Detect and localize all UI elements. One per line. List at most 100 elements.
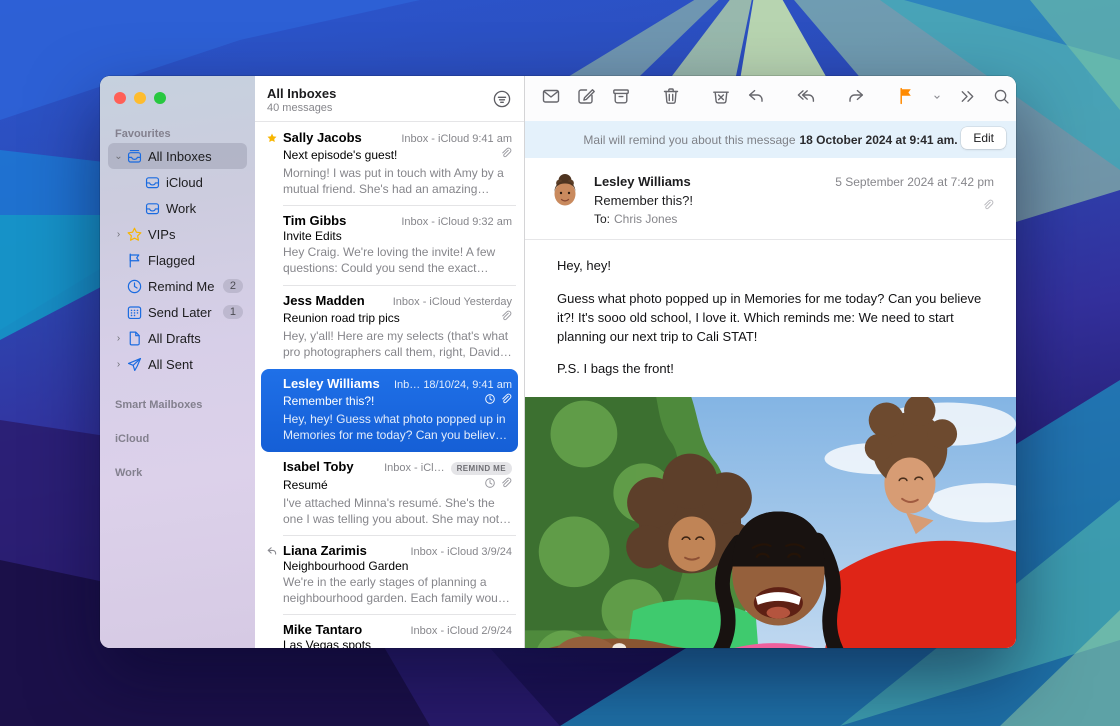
sidebar-item-label: All Sent [148,357,243,372]
sidebar-item-vips[interactable]: ›VIPs [108,221,247,247]
message-meta: Inbox - iCloud 9:32 am [401,216,512,228]
sender-avatar [547,173,583,209]
sidebar-item-work[interactable]: Work [126,195,247,221]
message-meta: Inbox - iCloud 9:41 am [401,133,512,145]
message-row[interactable]: Tim Gibbs Inbox - iCloud 9:32 amInvite Ed… [261,206,518,285]
sidebar-item-label: iCloud [166,175,243,190]
reminder-banner: Mail will remind you about this message … [525,121,1016,158]
compose-button[interactable] [576,86,596,111]
sidebar-item-label: Send Later [148,305,219,320]
sidebar-item-all-drafts[interactable]: ›All Drafts [108,325,247,351]
forward-button[interactable] [846,86,866,111]
message-sender: Tim Gibbs [283,213,346,228]
message-preview: I've attached Minna's resumé. She's the … [283,495,512,527]
message-sender: Jess Madden [283,293,365,308]
photo-attachment[interactable] [525,397,1016,648]
sidebar-item-remind-me[interactable]: Remind Me2 [108,273,247,299]
message-subject: Next episode's guest! [283,148,496,162]
trash-button[interactable] [661,86,681,111]
junk-button[interactable] [711,86,731,111]
message-row[interactable]: Liana ZarimisInbox - iCloud 3/9/24Neighb… [261,536,518,615]
filter-icon [492,96,512,113]
attachment-paperclip-icon [835,194,994,220]
sidebar-item-label: All Inboxes [148,149,243,164]
sidebar-section-header-work: Work [115,467,240,479]
close-window-button[interactable] [114,92,126,104]
sidebar-item-all-sent[interactable]: › All Sent [108,351,247,377]
paperclip-icon [500,392,512,410]
sidebar-item-flagged[interactable]: Flagged [108,247,247,273]
reminder-date: 18 October 2024 at 9:41 am. [800,133,958,147]
zoom-window-button[interactable] [154,92,166,104]
message-subject: Neighbourhood Garden [283,559,508,573]
junk-icon [711,86,731,111]
flag-chevron-button[interactable] [931,90,943,108]
recipient-name[interactable]: Chris Jones [614,212,677,226]
message-row[interactable]: Lesley WilliamsInb… 18/10/24, 9:41 amRem… [261,369,518,452]
flag-icon [125,252,143,269]
compose-icon [576,86,596,111]
search-button[interactable] [992,87,1011,111]
message-preview: Hey Craig. We're loving the invite! A fe… [283,244,512,276]
message-row[interactable]: Sally JacobsInbox - iCloud 9:41 amNext e… [261,123,518,206]
sidebar-section-header-smart-mailboxes: Smart Mailboxes [115,399,240,411]
paperplane-icon [125,356,143,373]
remind-me-badge: REMIND ME [451,462,512,475]
message-list-pane: All Inboxes 40 messages Sally JacobsInbo… [255,76,525,648]
clock-icon [125,278,143,295]
mailbox-title: All Inboxes [267,86,336,102]
message-meta: Inb… 18/10/24, 9:41 am [394,379,512,391]
message-view-pane: Mail will remind you about this message … [525,76,1016,648]
body-paragraph: Guess what photo popped up in Memories f… [557,290,984,347]
inboxes-icon [125,148,143,165]
chevron-right-icon: › [112,359,125,370]
window-controls [108,76,247,114]
sidebar-item-label: VIPs [148,227,243,242]
message-meta: Inbox - iCl… [384,462,445,474]
remind-clock-icon [484,476,496,494]
paperclip-icon [500,146,512,164]
paperclip-icon [500,476,512,494]
message-meta: Inbox - iCloud Yesterday [393,296,512,308]
filter-button[interactable] [492,89,512,114]
message-subject: Reunion road trip pics [283,311,496,325]
sidebar-item-icloud[interactable]: iCloud [126,169,247,195]
message-meta: Inbox - iCloud 2/9/24 [410,625,512,637]
unread-count-badge: 1 [223,305,243,319]
message-count: 40 messages [267,102,336,114]
message-row[interactable]: Mike TantaroInbox - iCloud 2/9/24Las Veg… [261,615,518,648]
paperclip-icon [500,309,512,327]
message-sender: Mike Tantaro [283,622,362,637]
message-subject: Invite Edits [283,229,508,243]
sidebar-section-header-icloud: iCloud [115,433,240,445]
flag-button[interactable] [896,86,916,111]
search-icon [992,87,1011,111]
archive-button[interactable] [611,86,631,111]
sidebar-item-send-later[interactable]: Send Later 1 [108,299,247,325]
reply-all-icon [796,86,816,111]
toolbar [525,76,1016,121]
message-row[interactable]: Isabel TobyInbox - iCl…REMIND MEResuméI'… [261,452,518,536]
star-icon [125,226,143,243]
message-sender: Isabel Toby [283,459,354,474]
sidebar-item-all-inboxes[interactable]: ⌄All Inboxes [108,143,247,169]
sidebar-item-label: All Drafts [148,331,243,346]
mailbox-sidebar: Favourites⌄All InboxesiCloudWork›VIPsFla… [100,76,255,648]
edit-reminder-button[interactable]: Edit [961,127,1006,149]
message-preview: Hey, hey! Guess what photo popped up in … [283,411,512,443]
reply-button[interactable] [746,86,766,111]
minimize-window-button[interactable] [134,92,146,104]
to-label: To: [594,212,610,226]
reply-all-button[interactable] [796,86,816,111]
flag-chevron-icon [931,90,943,108]
mail-window: Favourites⌄All InboxesiCloudWork›VIPsFla… [100,76,1016,648]
sidebar-item-label: Remind Me [148,279,219,294]
replied-arrow-icon [263,544,281,562]
more-button[interactable] [958,87,977,111]
forward-icon [846,86,866,111]
document-icon [125,330,143,347]
message-row[interactable]: Jess Madden Inbox - iCloud Yesterday Reuni… [261,286,518,369]
message-meta: Inbox - iCloud 3/9/24 [410,546,512,558]
reply-icon [746,86,766,111]
get-mail-button[interactable] [541,86,561,111]
